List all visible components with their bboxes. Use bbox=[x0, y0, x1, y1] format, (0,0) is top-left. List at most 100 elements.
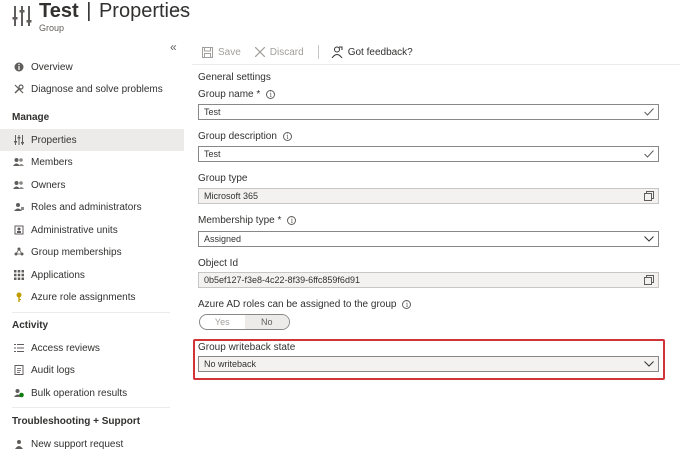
sidebar-item-overview[interactable]: Overview bbox=[0, 56, 184, 78]
page-title: Test | Properties bbox=[39, 0, 190, 23]
azure-ad-roles-toggle[interactable]: Yes No bbox=[199, 314, 290, 330]
admin-units-icon bbox=[13, 225, 24, 236]
sidebar-item-label: Audit logs bbox=[31, 364, 75, 376]
audit-logs-icon bbox=[13, 365, 24, 376]
sidebar-item-owners[interactable]: Owners bbox=[0, 174, 184, 196]
chevron-down-icon bbox=[644, 359, 654, 369]
copy-icon[interactable] bbox=[644, 275, 654, 285]
properties-icon bbox=[13, 135, 24, 146]
save-label: Save bbox=[218, 46, 241, 58]
sidebar-item-label: Group memberships bbox=[31, 246, 122, 258]
access-reviews-icon bbox=[13, 343, 24, 354]
group-type-field: Microsoft 365 bbox=[198, 188, 659, 204]
roles-icon bbox=[13, 202, 24, 213]
sidebar-item-label: Properties bbox=[31, 134, 77, 146]
close-icon bbox=[254, 47, 265, 57]
membership-type-value: Assigned bbox=[204, 234, 242, 244]
feedback-icon bbox=[331, 46, 343, 58]
title-separator: | bbox=[86, 0, 92, 22]
feedback-button[interactable]: Got feedback? bbox=[331, 46, 413, 58]
sidebar-item-new-support-request[interactable]: New support request bbox=[0, 433, 184, 455]
group-type-label: Group type bbox=[198, 173, 247, 184]
save-button[interactable]: Save bbox=[202, 46, 241, 58]
sidebar-item-diagnose[interactable]: Diagnose and solve problems bbox=[0, 78, 184, 100]
membership-type-dropdown[interactable]: Assigned bbox=[198, 231, 659, 247]
more-options-button[interactable]: ··· bbox=[174, 4, 188, 16]
copy-icon[interactable] bbox=[644, 191, 654, 201]
sidebar-item-access-reviews[interactable]: Access reviews bbox=[0, 337, 184, 359]
chevron-down-icon bbox=[644, 234, 654, 244]
members-icon bbox=[13, 157, 24, 168]
page-title-name: Test bbox=[39, 0, 79, 22]
section-manage: Manage bbox=[12, 112, 50, 123]
group-name-value: Test bbox=[204, 107, 221, 117]
group-writeback-label: Group writeback state bbox=[198, 342, 295, 353]
toolbar-divider bbox=[192, 64, 680, 65]
group-name-label: Group name * i bbox=[198, 89, 276, 100]
info-icon[interactable]: i bbox=[266, 90, 276, 99]
bulk-results-icon bbox=[13, 388, 24, 399]
feedback-label: Got feedback? bbox=[347, 46, 413, 58]
sidebar-divider bbox=[12, 312, 170, 313]
object-id-label-text: Object Id bbox=[198, 258, 239, 269]
azure-ad-roles-label: Azure AD roles can be assigned to the gr… bbox=[198, 299, 412, 310]
sidebar-item-label: Diagnose and solve problems bbox=[31, 83, 163, 95]
group-name-label-text: Group name * bbox=[198, 89, 261, 100]
info-icon[interactable]: i bbox=[402, 300, 412, 309]
group-description-label-text: Group description bbox=[198, 131, 277, 142]
object-id-field: 0b5ef127-f3e8-4c22-8f39-6ffc859f6d91 bbox=[198, 272, 659, 288]
group-name-input[interactable]: Test bbox=[198, 104, 659, 120]
support-icon bbox=[13, 439, 24, 450]
sidebar-item-properties[interactable]: Properties bbox=[0, 129, 184, 151]
sidebar-item-applications[interactable]: Applications bbox=[0, 264, 184, 286]
sidebar-item-admin-units[interactable]: Administrative units bbox=[0, 219, 184, 241]
toolbar-separator bbox=[317, 45, 319, 59]
object-id-value: 0b5ef127-f3e8-4c22-8f39-6ffc859f6d91 bbox=[204, 275, 360, 285]
sidebar-item-label: Administrative units bbox=[31, 224, 118, 236]
section-troubleshooting: Troubleshooting + Support bbox=[12, 416, 141, 427]
group-writeback-dropdown[interactable]: No writeback bbox=[198, 356, 659, 372]
command-bar: Save Discard Got feedback? bbox=[202, 44, 427, 60]
toggle-option-yes[interactable]: Yes bbox=[200, 315, 245, 329]
wrench-icon bbox=[13, 84, 24, 95]
section-activity: Activity bbox=[12, 320, 49, 331]
general-settings-heading: General settings bbox=[198, 72, 271, 83]
save-icon bbox=[202, 46, 213, 58]
sidebar-item-label: Access reviews bbox=[31, 342, 100, 354]
info-icon bbox=[13, 62, 24, 73]
sidebar-item-label: New support request bbox=[31, 438, 124, 450]
owners-icon bbox=[13, 180, 24, 191]
group-description-input[interactable]: Test bbox=[198, 146, 659, 162]
sidebar-item-label: Overview bbox=[31, 61, 73, 73]
sidebar: « Overview Diagnose and solve problems M… bbox=[0, 40, 184, 461]
membership-type-label: Membership type * i bbox=[198, 215, 297, 226]
azure-ad-roles-label-text: Azure AD roles can be assigned to the gr… bbox=[198, 299, 397, 310]
info-icon[interactable]: i bbox=[282, 132, 292, 141]
group-writeback-value: No writeback bbox=[204, 359, 257, 369]
sidebar-item-label: Members bbox=[31, 156, 73, 168]
sidebar-item-audit-logs[interactable]: Audit logs bbox=[0, 359, 184, 381]
group-description-value: Test bbox=[204, 149, 221, 159]
group-description-label: Group description i bbox=[198, 131, 292, 142]
discard-button[interactable]: Discard bbox=[254, 46, 304, 58]
collapse-sidebar-button[interactable]: « bbox=[170, 40, 177, 54]
sidebar-item-members[interactable]: Members bbox=[0, 151, 184, 173]
sidebar-item-azure-role-assignments[interactable]: Azure role assignments bbox=[0, 286, 184, 308]
info-icon[interactable]: i bbox=[287, 216, 297, 225]
toggle-option-no[interactable]: No bbox=[244, 315, 289, 329]
membership-type-label-text: Membership type * bbox=[198, 215, 282, 226]
page-header: Test | Properties ··· Group bbox=[0, 0, 680, 40]
sidebar-item-label: Azure role assignments bbox=[31, 291, 136, 303]
group-writeback-label-text: Group writeback state bbox=[198, 342, 296, 353]
group-type-value: Microsoft 365 bbox=[204, 191, 259, 201]
sidebar-item-roles[interactable]: Roles and administrators bbox=[0, 196, 184, 218]
page-caption: Group bbox=[39, 23, 65, 33]
sidebar-item-bulk-operation-results[interactable]: Bulk operation results bbox=[0, 382, 184, 404]
sidebar-item-group-memberships[interactable]: Group memberships bbox=[0, 241, 184, 263]
properties-icon bbox=[12, 5, 32, 27]
object-id-label: Object Id bbox=[198, 258, 238, 269]
discard-label: Discard bbox=[269, 46, 304, 58]
sidebar-item-label: Bulk operation results bbox=[31, 387, 128, 399]
sidebar-item-label: Owners bbox=[31, 179, 66, 191]
checkmark-icon bbox=[644, 107, 654, 117]
